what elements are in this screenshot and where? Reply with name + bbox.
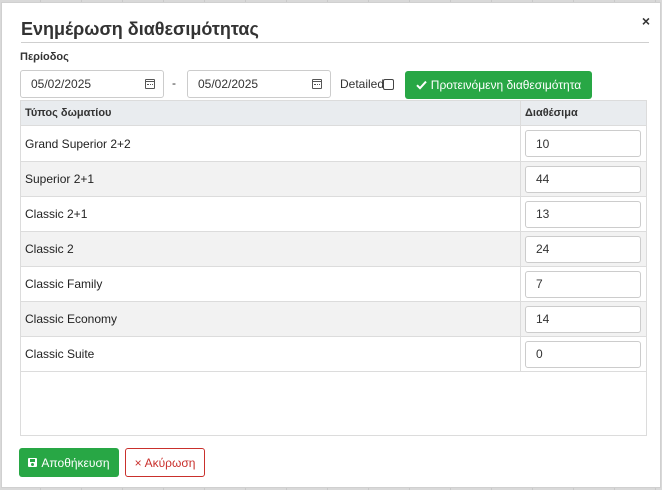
room-type-cell: Classic 2+1 (21, 197, 521, 231)
from-date-value: 05/02/2025 (31, 77, 92, 91)
check-icon (416, 80, 427, 90)
available-cell: 13 (521, 197, 646, 231)
available-quantity-input[interactable]: 24 (525, 235, 641, 263)
save-button[interactable]: Αποθήκευση (19, 448, 119, 477)
table-row: Classic Suite 0 (21, 337, 646, 372)
period-label: Περίοδος (20, 51, 69, 63)
close-button[interactable]: × (638, 13, 654, 29)
floppy-disk-icon (28, 458, 38, 467)
available-cell: 14 (521, 302, 646, 336)
table-header: Τύπος δωματίου Διαθέσιμα (21, 101, 646, 126)
dialog-title: Ενημέρωση διαθεσιμότητας (21, 19, 259, 39)
to-date-input[interactable]: 05/02/2025 (187, 70, 331, 98)
available-quantity-input[interactable]: 0 (525, 340, 641, 368)
detailed-label: Detailed (340, 77, 385, 91)
room-type-cell: Classic Family (21, 267, 521, 301)
available-cell: 10 (521, 126, 646, 161)
save-label: Αποθήκευση (41, 455, 110, 470)
available-cell: 7 (521, 267, 646, 301)
table-row: Classic 2+1 13 (21, 197, 646, 232)
room-type-cell: Classic Economy (21, 302, 521, 336)
room-type-cell: Classic 2 (21, 232, 521, 266)
date-range-separator: - (172, 76, 176, 90)
availability-table: Τύπος δωματίου Διαθέσιμα Grand Superior … (20, 100, 647, 436)
title-divider (21, 42, 649, 43)
room-type-cell: Grand Superior 2+2 (21, 126, 521, 161)
available-quantity-input[interactable]: 14 (525, 305, 641, 333)
available-cell: 44 (521, 162, 646, 196)
table-row: Classic 2 24 (21, 232, 646, 267)
to-date-value: 05/02/2025 (198, 77, 259, 91)
table-row: Classic Family 7 (21, 267, 646, 302)
cancel-label: Ακύρωση (144, 455, 196, 470)
from-date-input[interactable]: 05/02/2025 (20, 70, 164, 98)
room-type-cell: Classic Suite (21, 337, 521, 371)
table-row: Classic Economy 14 (21, 302, 646, 337)
room-type-cell: Superior 2+1 (21, 162, 521, 196)
available-quantity-input[interactable]: 44 (525, 165, 641, 193)
table-row: Superior 2+1 44 (21, 162, 646, 197)
room-type-header: Τύπος δωματίου (21, 101, 521, 125)
available-quantity-input[interactable]: 10 (525, 130, 641, 157)
suggested-availability-button[interactable]: Προτεινόμενη διαθεσιμότητα (405, 71, 592, 99)
available-cell: 24 (521, 232, 646, 266)
available-quantity-input[interactable]: 7 (525, 270, 641, 298)
cancel-button[interactable]: × Ακύρωση (125, 448, 205, 477)
close-icon: × (134, 455, 142, 470)
detailed-checkbox[interactable] (383, 79, 394, 90)
available-header: Διαθέσιμα (525, 107, 578, 119)
table-row: Grand Superior 2+2 10 (21, 126, 646, 162)
available-cell: 0 (521, 337, 646, 371)
calendar-icon[interactable] (145, 79, 155, 89)
calendar-icon[interactable] (312, 79, 322, 89)
available-quantity-input[interactable]: 13 (525, 200, 641, 228)
suggested-availability-label: Προτεινόμενη διαθεσιμότητα (430, 78, 582, 92)
